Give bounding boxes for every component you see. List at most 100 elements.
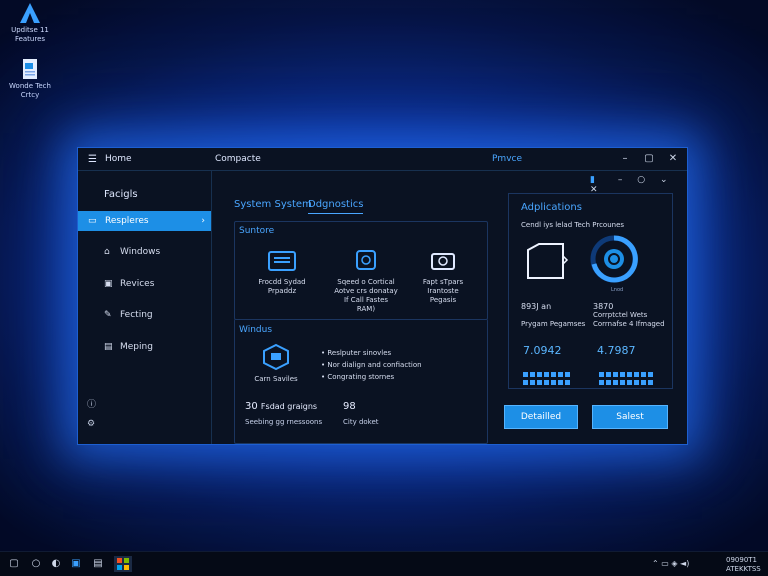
mail-icon[interactable]: ▣	[70, 558, 82, 570]
card1-item-text: Irantoste	[427, 287, 459, 295]
progress-ring-icon	[589, 234, 639, 288]
desktop-icon-label: Crtcy	[20, 91, 40, 99]
applications-panel: Adplications Cendl iys lelad Tech Prcoun…	[508, 193, 673, 389]
card-suntore: Suntore Frocdd Sydad Prpaddz Sqeed o Cor…	[234, 221, 488, 320]
sidebar-item-label: Meping	[120, 342, 153, 352]
stat1-sub: Seebing gg rnessoons	[245, 418, 323, 426]
devices-icon: ▣	[104, 279, 113, 289]
desktop-icon-tech[interactable]: Wonde Tech Crtcy	[6, 58, 54, 100]
card1-item-3[interactable]: Fapt sTpars Irantoste Pegasis	[407, 248, 479, 305]
card2-feature[interactable]: Carn Saviles	[241, 343, 311, 384]
sidebar: Facigls ▭ Respleres › ⌂ Windows ▣ Revice…	[78, 171, 212, 444]
sidebar-item-label: Windows	[120, 247, 161, 257]
title-home[interactable]: Home	[105, 154, 132, 164]
sidebar-item-respleres[interactable]: ▭ Respleres ›	[78, 211, 211, 231]
big-left-value: 7.0942	[523, 344, 562, 357]
settings-icon[interactable]: ⚙	[87, 419, 95, 429]
card-windus: Windus Carn Saviles • Reslputer sinovles…	[234, 319, 488, 444]
folder-icon	[525, 240, 569, 288]
applications-heading: Adplications	[521, 202, 582, 213]
card-title: Suntore	[239, 226, 275, 236]
stat2-number: 98	[343, 401, 356, 412]
bullet-item: • Reslputer sinovles	[321, 349, 392, 357]
windows-store-icon[interactable]	[114, 556, 132, 572]
sidebar-item-meping[interactable]: ▤ Meping	[78, 337, 211, 357]
right-sub-2: Corrnafse 4 Ifmaged	[593, 320, 665, 328]
card1-item-text: Sqeed o Cortical	[337, 278, 395, 286]
left-meter	[523, 362, 572, 377]
monitor-icon: ▤	[104, 342, 113, 352]
card2-feature-label: Carn Saviles	[254, 375, 298, 383]
detailed-button[interactable]: Detailled	[504, 405, 578, 429]
card1-item-text: Aotve crs donatay	[334, 287, 398, 295]
hexagon-shield-icon	[263, 343, 289, 371]
lock-icon: ⌂	[104, 247, 110, 257]
sidebar-item-label: Respleres	[105, 216, 149, 226]
start-icon[interactable]: ▢	[8, 558, 20, 570]
sync-icon	[356, 250, 376, 270]
big-right-value: 4.7987	[597, 344, 636, 357]
search-icon[interactable]: ○	[30, 558, 42, 570]
hamburger-icon[interactable]: ☰	[88, 154, 97, 165]
right-number: 3870	[593, 302, 614, 311]
sidebar-item-revices[interactable]: ▣ Revices	[78, 274, 211, 294]
desktop-icon-label: Upditse 11	[11, 26, 49, 34]
minimize-icon[interactable]: –	[618, 175, 623, 185]
left-sub: Prygam Pegamses	[521, 320, 586, 328]
app-window: ☰ Home Compacte Pmvce – ▢ ✕ Facigls ▭ Re…	[77, 147, 688, 445]
document-icon	[19, 58, 41, 80]
card1-item-text: RAM)	[356, 305, 376, 313]
task-view-icon[interactable]: ◐	[50, 558, 62, 570]
ring-label: Lnod	[611, 287, 624, 293]
card1-item-text: Fapt sTpars	[422, 278, 464, 286]
sidebar-item-label: Revices	[120, 279, 155, 289]
camera-icon	[431, 253, 455, 270]
desktop-icon-label: Wonde Tech	[9, 82, 51, 90]
left-meter	[523, 370, 572, 385]
pin-icon[interactable]: ▮	[590, 175, 595, 185]
clock-date[interactable]: ATEKKTSS	[726, 565, 761, 573]
sidebar-heading: Facigls	[104, 189, 138, 200]
card1-item-2[interactable]: Sqeed o Cortical Aotve crs donatay If Ca…	[323, 248, 409, 314]
select-button[interactable]: Salest	[592, 405, 668, 429]
desktop-icon-updates[interactable]: Upditse 11 Features	[6, 2, 54, 44]
sidebar-item-windows[interactable]: ⌂ Windows	[78, 242, 211, 262]
tab-diagnostics[interactable]: Ddgnostics	[308, 199, 364, 214]
stat2-sub: City doket	[343, 418, 379, 426]
tray-icons[interactable]: ⌃ ▭ ◈ ◄)	[652, 559, 689, 568]
bullet-item: • Congrating stornes	[321, 373, 395, 381]
pen-icon: ✎	[104, 310, 112, 320]
sidebar-item-label: Fecting	[120, 310, 153, 320]
maximize-icon[interactable]: ▢	[642, 152, 656, 166]
minimize-icon[interactable]: –	[618, 152, 632, 166]
card1-item-text: If Call Fastes	[343, 296, 389, 304]
monitor-panel-icon	[268, 251, 296, 271]
right-sub-1: Corrptctel Wets	[593, 311, 648, 319]
left-number: 893J an	[521, 302, 552, 311]
card1-item-text: Prpaddz	[267, 287, 297, 295]
right-meter	[599, 362, 655, 377]
main-panel: System System Ddgnostics Suntore Frocdd …	[212, 171, 488, 444]
card1-item-text: Frocdd Sydad	[258, 278, 306, 286]
chevron-down-icon[interactable]: ⌄	[660, 175, 668, 185]
sidebar-item-fecting[interactable]: ✎ Fecting	[78, 305, 211, 325]
panel-icon-bar: ▮ – ○ ⌄ ✕	[590, 175, 687, 195]
info-icon[interactable]: ⓘ	[87, 397, 96, 410]
tab-system[interactable]: System System	[234, 199, 312, 210]
title-right: Pmvce	[492, 154, 523, 164]
card2-bullet-list: • Reslputer sinovles • Nor dialign and c…	[321, 347, 422, 383]
file-icon[interactable]: ▤	[92, 558, 104, 570]
chat-icon: ▭	[88, 216, 97, 226]
title-center: Compacte	[215, 154, 261, 164]
chevron-right-icon: ›	[201, 216, 205, 226]
app-logo-icon	[19, 2, 41, 24]
applications-subheading: Cendl iys lelad Tech Prcounes	[521, 221, 625, 229]
circle-icon[interactable]: ○	[637, 175, 645, 185]
title-bar: ☰ Home Compacte Pmvce – ▢ ✕	[78, 148, 687, 171]
clock-time[interactable]: 09090T1	[726, 556, 757, 564]
card1-item-text: Pegasis	[429, 296, 457, 304]
close-icon[interactable]: ✕	[590, 185, 598, 195]
stat1-number: 30 Fsdad graigns	[245, 401, 318, 412]
close-icon[interactable]: ✕	[666, 152, 680, 166]
card1-item-1[interactable]: Frocdd Sydad Prpaddz	[247, 248, 317, 296]
